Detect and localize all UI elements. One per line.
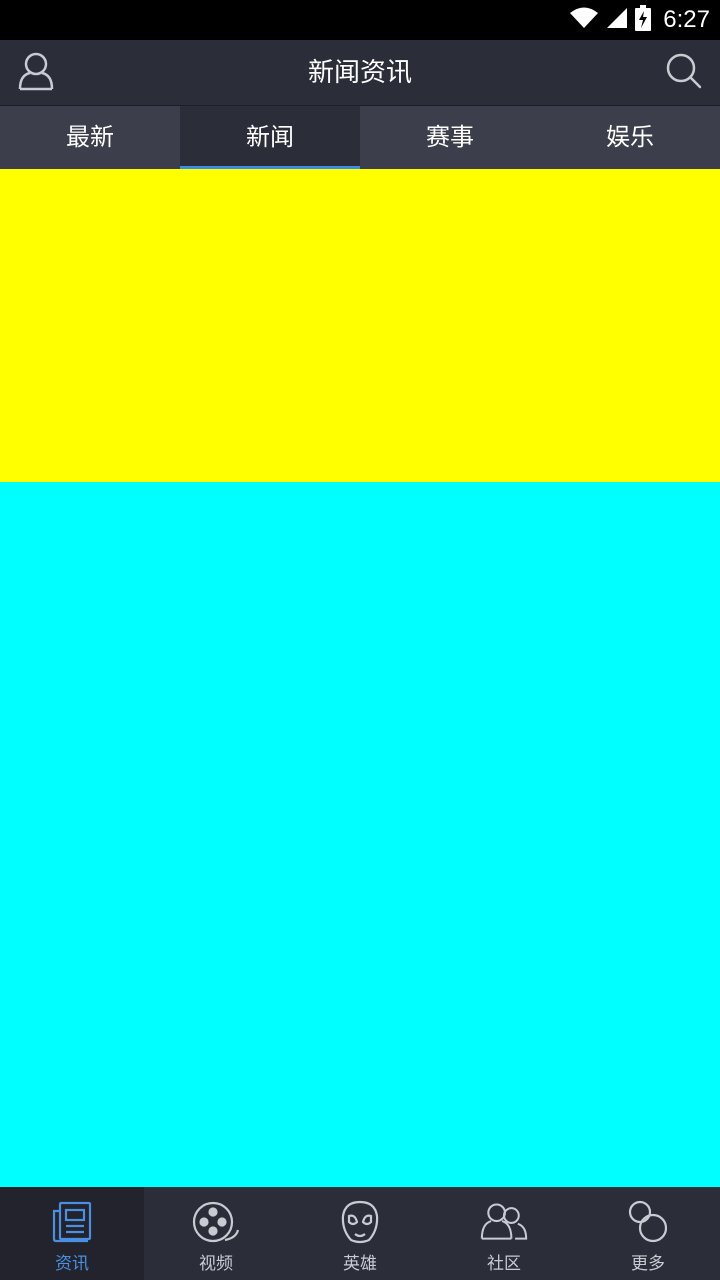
page-title: 新闻资讯	[307, 58, 412, 88]
search-icon	[665, 52, 703, 94]
battery-charging-icon	[635, 5, 652, 35]
search-button[interactable]	[660, 49, 708, 97]
category-tabs: 最新 新闻 赛事 娱乐	[0, 106, 720, 169]
content-list-area[interactable]	[0, 482, 720, 1187]
status-time: 6:27	[663, 6, 710, 33]
news-icon	[48, 1199, 96, 1245]
nav-label: 社区	[487, 1254, 521, 1274]
app-screen: 6:27 新闻资讯 最新 新闻 赛事 娱乐 资讯 视频 英雄 社区 更多	[0, 0, 720, 1280]
status-icons: 6:27	[569, 0, 710, 40]
film-reel-icon	[192, 1199, 240, 1245]
banner-area[interactable]	[0, 169, 720, 482]
bottom-nav: 资讯 视频 英雄 社区 更多	[0, 1187, 720, 1280]
tab-entertainment[interactable]: 娱乐	[540, 106, 720, 169]
nav-label: 视频	[199, 1254, 233, 1274]
wifi-icon	[569, 6, 599, 34]
more-circles-icon	[624, 1199, 672, 1245]
nav-item-community[interactable]: 社区	[432, 1187, 576, 1280]
tab-latest[interactable]: 最新	[0, 106, 180, 169]
community-icon	[480, 1199, 528, 1245]
nav-item-news[interactable]: 资讯	[0, 1187, 144, 1280]
signal-icon	[605, 6, 629, 34]
nav-item-heroes[interactable]: 英雄	[288, 1187, 432, 1280]
tab-news[interactable]: 新闻	[180, 106, 360, 169]
nav-label: 更多	[631, 1254, 665, 1274]
nav-item-video[interactable]: 视频	[144, 1187, 288, 1280]
app-header: 新闻资讯	[0, 40, 720, 106]
status-bar: 6:27	[0, 0, 720, 40]
tab-events[interactable]: 赛事	[360, 106, 540, 169]
nav-item-more[interactable]: 更多	[576, 1187, 720, 1280]
hero-mask-icon	[336, 1199, 384, 1245]
nav-label: 英雄	[343, 1254, 377, 1274]
nav-label: 资讯	[55, 1254, 89, 1274]
